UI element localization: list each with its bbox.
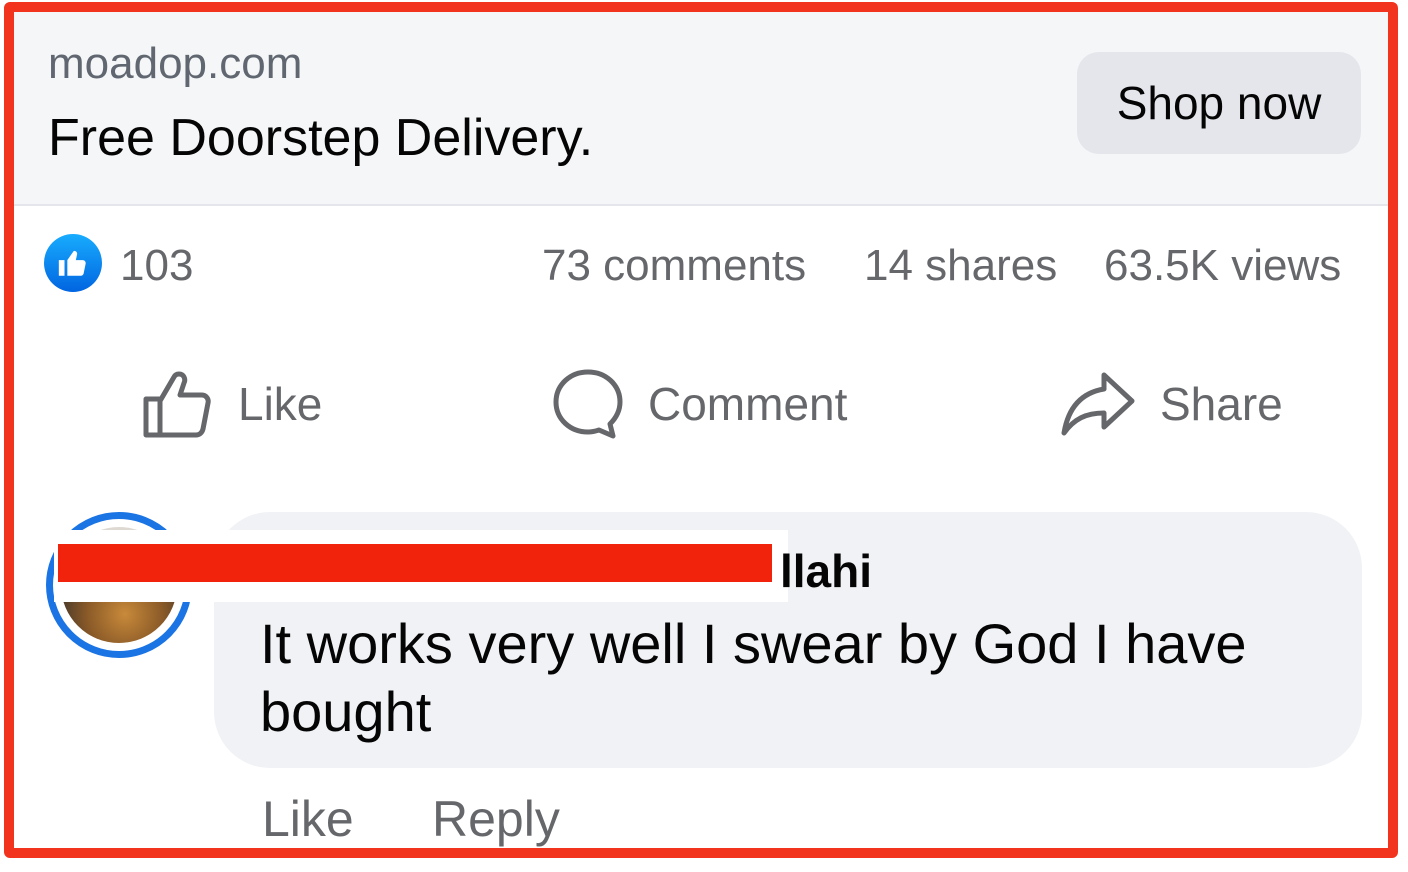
comments-count[interactable]: 73 comments <box>542 244 806 288</box>
like-reaction-icon[interactable] <box>44 234 102 292</box>
ad-link-preview[interactable]: moadop.com Free Doorstep Delivery. Shop … <box>14 12 1388 206</box>
speech-bubble-icon <box>553 369 623 439</box>
comment-text: It works very well I swear by God I have… <box>260 612 1247 743</box>
like-label: Like <box>238 378 323 430</box>
thumbs-up-icon <box>58 250 86 276</box>
share-button[interactable]: Share <box>1060 364 1283 444</box>
shop-now-button[interactable]: Shop now <box>1077 52 1361 154</box>
ad-domain: moadop.com <box>48 39 303 88</box>
like-button[interactable]: Like <box>142 364 322 444</box>
share-arrow-icon <box>1061 372 1135 436</box>
annotation-frame: moadop.com Free Doorstep Delivery. Shop … <box>4 2 1398 858</box>
like-count[interactable]: 103 <box>120 244 193 288</box>
comment-reply-link[interactable]: Reply <box>432 794 560 844</box>
shares-count[interactable]: 14 shares <box>864 244 1057 288</box>
comment-label: Comment <box>648 378 848 430</box>
thumbs-up-outline-icon <box>143 371 211 438</box>
comment-button[interactable]: Comment <box>552 364 847 444</box>
share-label: Share <box>1160 378 1283 430</box>
comment-like-link[interactable]: Like <box>262 794 354 844</box>
views-count: 63.5K views <box>1104 241 1342 290</box>
comment-author-name[interactable]: llahi <box>780 548 872 594</box>
ad-headline: Free Doorstep Delivery. <box>48 109 594 167</box>
name-redaction-bar <box>58 544 772 582</box>
